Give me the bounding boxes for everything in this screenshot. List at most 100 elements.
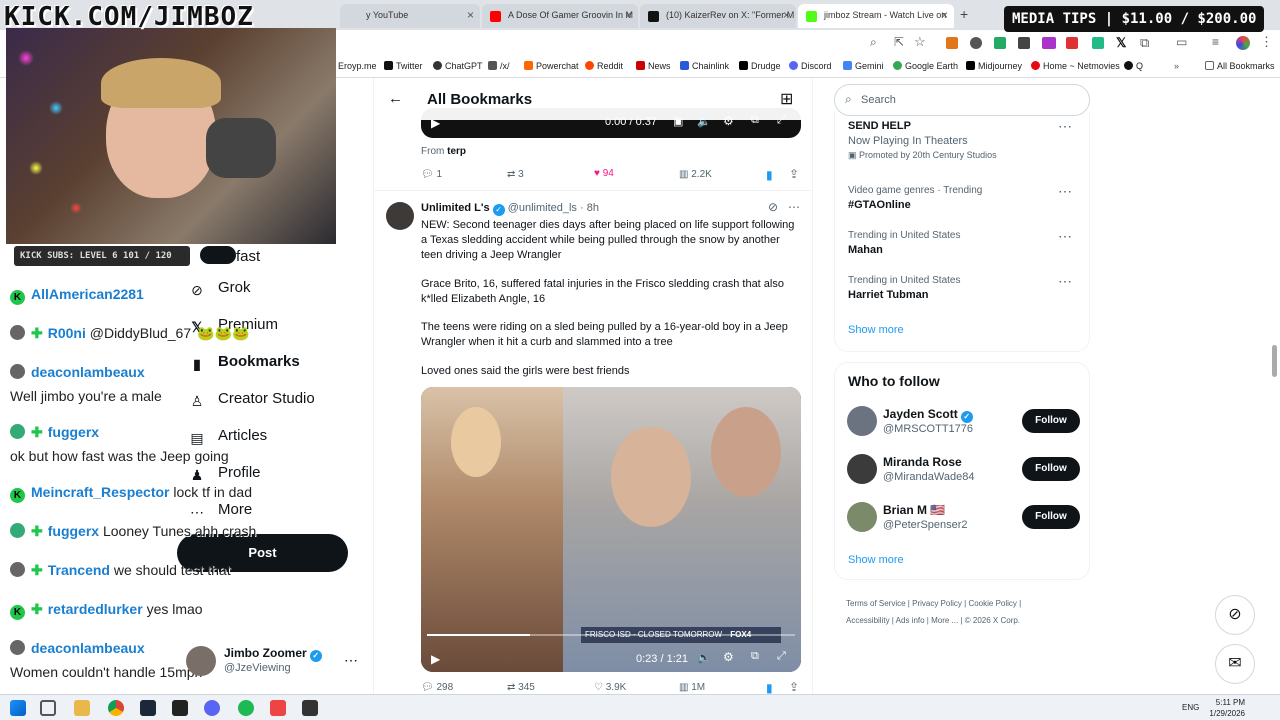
bookmark-item[interactable]: Eroyp.me <box>338 61 377 71</box>
discord-icon[interactable] <box>204 700 220 716</box>
app-icon[interactable] <box>270 700 286 716</box>
footer-link[interactable]: More ... <box>931 616 958 625</box>
puzzle-icon[interactable]: ⧉ <box>1140 35 1149 51</box>
views-button[interactable]: ▥ 1M <box>679 682 705 693</box>
more-horizontal-icon[interactable]: ⋯ <box>1058 183 1073 200</box>
nav-more[interactable]: ⋯ More <box>188 501 252 522</box>
show-more-link[interactable]: Show more <box>848 324 904 336</box>
trend-item[interactable]: Video game genres · Trending #GTAOnline <box>848 185 982 211</box>
reply-button[interactable]: 💬︎ 1 <box>421 169 442 180</box>
play-icon[interactable]: ▶ <box>431 652 440 666</box>
more-vertical-icon[interactable]: ⋮ <box>1260 34 1273 50</box>
bookmark-item[interactable]: News <box>636 61 671 71</box>
system-clock[interactable]: 5:11 PM 1/29/2026 <box>1209 697 1245 719</box>
reply-button[interactable]: 💬︎ 298 <box>421 682 453 693</box>
bookmark-item[interactable]: Powerchat <box>524 61 579 71</box>
spotify-icon[interactable] <box>238 700 254 716</box>
trend-item[interactable]: SEND HELP Now Playing In Theaters ▣ Promot… <box>848 120 997 161</box>
nav-creator-studio[interactable]: ♙ Creator Studio <box>188 390 315 411</box>
bookmark-item[interactable]: Home ~ Netmovies <box>1031 61 1120 71</box>
bookmark-item[interactable]: Reddit <box>585 61 623 71</box>
extension-icon[interactable] <box>1092 37 1104 49</box>
shield-extension-icon[interactable] <box>970 37 982 49</box>
nav-articles[interactable]: ▤ Articles <box>188 427 267 448</box>
obs-icon[interactable] <box>302 700 318 716</box>
trend-item[interactable]: Trending in United States Mahan <box>848 230 960 256</box>
tab-dose-of-gamer[interactable]: A Dose Of Gamer Groovin In M × <box>482 4 638 28</box>
messages-float-button[interactable]: ✉ <box>1215 644 1255 684</box>
windows-start-icon[interactable] <box>10 700 26 716</box>
more-horizontal-icon[interactable]: ⋯ <box>788 200 800 214</box>
terminal-icon[interactable] <box>172 700 188 716</box>
bookmark-item[interactable]: Google Earth <box>893 61 958 71</box>
nav-fast-partial[interactable]: fast <box>200 246 260 265</box>
grok-float-button[interactable]: ⊘ <box>1215 595 1255 635</box>
settings-icon[interactable]: ⚙ <box>723 650 734 664</box>
task-view-icon[interactable] <box>40 700 56 716</box>
all-bookmarks-folder[interactable]: All Bookmarks <box>1205 61 1275 71</box>
share-icon[interactable]: ⇪ <box>789 680 799 694</box>
chrome-icon[interactable] <box>108 700 124 716</box>
bookmark-item[interactable]: Q <box>1124 61 1143 71</box>
nav-bookmarks[interactable]: ▮ Bookmarks <box>188 353 300 374</box>
share-icon[interactable]: ⇱ <box>894 35 904 49</box>
tab-kaizerrev[interactable]: (10) KaizerRev on X: "Former M × <box>640 4 796 28</box>
bookmark-filled-icon[interactable]: ▮ <box>766 681 773 694</box>
menu-icon[interactable]: ≡ <box>1212 35 1219 49</box>
show-more-link[interactable]: Show more <box>848 554 904 566</box>
follow-suggestion[interactable]: Jayden Scott ✓ @MRSCOTT1776 Follow <box>835 399 1091 447</box>
bookmark-item[interactable]: ChatGPT <box>433 61 483 71</box>
new-bookmark-folder-icon[interactable]: ⊞ <box>780 89 793 109</box>
footer-link[interactable]: Accessibility <box>846 616 890 625</box>
close-icon[interactable]: × <box>941 8 948 22</box>
tab-youtube[interactable]: y YouTube × <box>340 4 480 28</box>
avatar[interactable] <box>386 202 414 230</box>
close-icon[interactable]: × <box>467 8 474 22</box>
footer-link[interactable]: Cookie Policy <box>968 599 1016 608</box>
footer-link[interactable]: Ads info <box>896 616 925 625</box>
views-button[interactable]: ▥ 2.2K <box>679 169 712 180</box>
more-horizontal-icon[interactable]: ⋯ <box>344 652 358 669</box>
bookmark-item[interactable]: Chainlink <box>680 61 729 71</box>
follow-button[interactable]: Follow <box>1022 457 1080 481</box>
more-bookmarks-chevron-icon[interactable]: » <box>1174 61 1179 71</box>
file-explorer-icon[interactable] <box>74 700 90 716</box>
follow-suggestion[interactable]: Brian M 🇺🇸 @PeterSpenser2 Follow <box>835 495 1091 543</box>
back-arrow-icon[interactable]: ← <box>388 90 403 107</box>
nav-profile[interactable]: ♟ Profile <box>188 464 261 485</box>
follow-suggestion[interactable]: Miranda Rose @MirandaWade84 Follow <box>835 447 1091 495</box>
bookmark-item[interactable]: Discord <box>789 61 832 71</box>
from-user-link[interactable]: terp <box>447 146 466 157</box>
trend-item[interactable]: Trending in United States Harriet Tubman <box>848 275 960 301</box>
more-horizontal-icon[interactable]: ⋯ <box>1058 118 1073 135</box>
nav-grok[interactable]: ⊘ Grok <box>188 279 250 300</box>
more-horizontal-icon[interactable]: ⋯ <box>1058 228 1073 245</box>
steam-icon[interactable] <box>140 700 156 716</box>
like-button[interactable]: ♥ 94 <box>594 168 614 179</box>
footer-link[interactable]: Privacy Policy <box>912 599 962 608</box>
metamask-extension-icon[interactable] <box>946 37 958 49</box>
bookmark-item[interactable]: Drudge <box>739 61 781 71</box>
extension-icon[interactable] <box>994 37 1006 49</box>
video-progress-track[interactable] <box>427 634 795 636</box>
repost-button[interactable]: ⇄ 345 <box>507 682 535 693</box>
account-switcher[interactable]: Jimbo Zoomer ✓ @JzeViewing ⋯ <box>186 644 366 684</box>
footer-link[interactable]: Terms of Service <box>846 599 906 608</box>
follow-button[interactable]: Follow <box>1022 409 1080 433</box>
author-handle[interactable]: @unlimited_ls <box>508 202 577 214</box>
extension-icon[interactable] <box>1018 37 1030 49</box>
more-horizontal-icon[interactable]: ⋯ <box>1058 273 1073 290</box>
star-icon[interactable]: ☆ <box>914 34 926 50</box>
bookmark-filled-icon[interactable]: ▮ <box>766 168 773 182</box>
sidebar-icon[interactable]: ▭ <box>1176 35 1187 49</box>
language-indicator[interactable]: ENG <box>1182 703 1199 712</box>
tweet-video[interactable]: FRISCO ISD - CLOSED TOMORROW FOX4 ▶ 0:23… <box>421 387 801 672</box>
extension-icon[interactable] <box>1042 37 1056 49</box>
like-button[interactable]: ♡ 3.9K <box>594 682 626 693</box>
new-tab-button[interactable]: + <box>960 6 968 22</box>
grok-icon[interactable]: ⊘ <box>768 200 778 214</box>
profile-avatar-icon[interactable] <box>1236 36 1250 50</box>
close-icon[interactable]: × <box>783 8 790 22</box>
bookmark-item[interactable]: /x/ <box>488 61 510 71</box>
bookmark-item[interactable]: Gemini <box>843 61 884 71</box>
